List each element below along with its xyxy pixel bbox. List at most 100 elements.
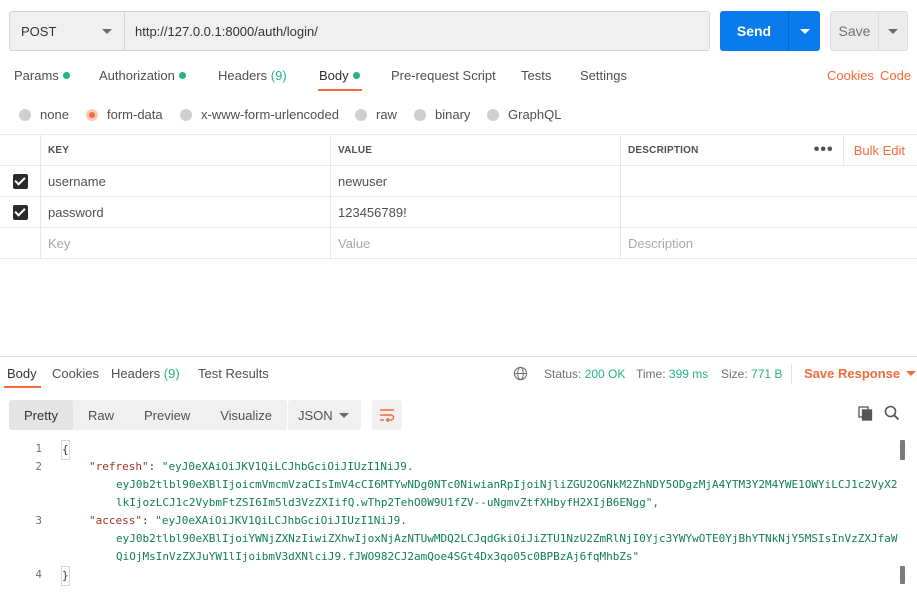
table-row: username newuser bbox=[0, 166, 917, 197]
search-icon[interactable] bbox=[884, 405, 900, 421]
response-divider bbox=[0, 356, 917, 357]
radio-urlencoded[interactable]: x-www-form-urlencoded bbox=[180, 107, 339, 122]
save-button[interactable]: Save bbox=[830, 11, 908, 51]
row-check-cell bbox=[0, 197, 40, 227]
radio-urlencoded-label: x-www-form-urlencoded bbox=[201, 107, 339, 122]
copy-icon[interactable] bbox=[858, 406, 873, 421]
code-link[interactable]: Code bbox=[880, 68, 911, 83]
header-value: VALUE bbox=[330, 135, 620, 165]
size-label: Size: bbox=[721, 367, 748, 381]
tab-params-label: Params bbox=[14, 68, 59, 83]
new-key-input[interactable]: Key bbox=[40, 228, 330, 258]
size-value: 771 B bbox=[751, 367, 783, 381]
tab-test-results[interactable]: Test Results bbox=[198, 366, 269, 381]
description-cell[interactable] bbox=[620, 166, 917, 196]
status-info: Status: 200 OK bbox=[544, 367, 625, 381]
active-tab-indicator bbox=[318, 89, 362, 91]
view-preview-button[interactable]: Preview bbox=[129, 400, 205, 430]
method-select[interactable]: POST bbox=[10, 12, 125, 50]
row-check-cell bbox=[0, 166, 40, 196]
scrollbar-thumb[interactable] bbox=[900, 566, 905, 584]
separator bbox=[791, 364, 792, 384]
response-headers-count: (9) bbox=[163, 366, 180, 381]
format-label: JSON bbox=[298, 407, 333, 423]
json-value: "eyJ0eXAiOiJKV1QiLCJhbGciOiJIUzI1NiJ9. bbox=[161, 460, 414, 473]
checkbox-checked-icon[interactable] bbox=[12, 204, 28, 220]
json-value: lkIjozLCJ1c2VybmFtZSI6Im5ld3VzZXIifQ.wTh… bbox=[116, 496, 660, 509]
tab-headers[interactable]: Headers (9) bbox=[218, 68, 287, 83]
tab-response-headers[interactable]: Headers (9) bbox=[111, 366, 180, 381]
cookies-link[interactable]: Cookies bbox=[827, 68, 874, 83]
table-row-new: Key Value Description bbox=[0, 228, 917, 259]
code-text: "refresh": "eyJ0eXAiOiJKV1QiLCJhbGciOiJI… bbox=[89, 460, 414, 473]
tab-authorization[interactable]: Authorization bbox=[99, 68, 186, 83]
radio-graphql[interactable]: GraphQL bbox=[487, 107, 561, 122]
send-options-button[interactable] bbox=[789, 11, 820, 51]
tab-prerequest-script[interactable]: Pre-request Script bbox=[391, 68, 496, 83]
tab-settings[interactable]: Settings bbox=[580, 68, 627, 83]
radio-form-data-label: form-data bbox=[107, 107, 163, 122]
response-view-toggle: Pretty Raw Preview Visualize bbox=[9, 400, 288, 430]
save-response-label: Save Response bbox=[804, 366, 901, 381]
checkbox-checked-icon[interactable] bbox=[12, 173, 28, 189]
code-text: { bbox=[61, 440, 70, 460]
bulk-edit-link[interactable]: Bulk Edit bbox=[842, 135, 917, 165]
send-button[interactable]: Send bbox=[720, 11, 820, 51]
value-cell[interactable]: newuser bbox=[330, 166, 620, 196]
table-header: KEY VALUE DESCRIPTION ••• Bulk Edit bbox=[0, 134, 917, 166]
view-pretty-button[interactable]: Pretty bbox=[9, 400, 73, 430]
radio-raw-label: raw bbox=[376, 107, 397, 122]
tab-body-label: Body bbox=[319, 68, 349, 83]
wrap-lines-icon bbox=[380, 409, 395, 422]
radio-none-label: none bbox=[40, 107, 69, 122]
key-cell[interactable]: password bbox=[40, 197, 330, 227]
save-options-button[interactable] bbox=[879, 12, 907, 50]
globe-icon[interactable] bbox=[513, 366, 528, 381]
status-dot-icon bbox=[178, 72, 186, 79]
value-cell[interactable]: 123456789! bbox=[330, 197, 620, 227]
json-key: "access" bbox=[89, 514, 142, 527]
chevron-down-icon bbox=[888, 28, 898, 34]
status-value: 200 OK bbox=[584, 367, 626, 381]
radio-binary[interactable]: binary bbox=[414, 107, 470, 122]
method-label: POST bbox=[21, 23, 57, 39]
tab-params[interactable]: Params bbox=[14, 68, 70, 83]
send-label[interactable]: Send bbox=[720, 11, 789, 51]
code-text-continued: eyJ0b2tlbl90eXBlIjoicmVmcmVzaCIsImV4cCI6… bbox=[116, 476, 897, 494]
scrollbar-thumb[interactable] bbox=[900, 440, 905, 460]
radio-circle-icon bbox=[355, 108, 367, 121]
url-input[interactable] bbox=[125, 12, 709, 50]
radio-none[interactable]: none bbox=[19, 107, 69, 122]
view-raw-button[interactable]: Raw bbox=[73, 400, 129, 430]
radio-form-data[interactable]: form-data bbox=[86, 107, 163, 122]
line-number: 3 bbox=[35, 514, 42, 527]
save-label[interactable]: Save bbox=[831, 12, 879, 50]
more-options-icon[interactable]: ••• bbox=[805, 141, 843, 159]
request-url-bar: POST bbox=[9, 11, 710, 51]
view-visualize-button[interactable]: Visualize bbox=[205, 400, 287, 430]
form-data-table: KEY VALUE DESCRIPTION ••• Bulk Edit user… bbox=[0, 134, 917, 259]
line-number: 1 bbox=[35, 442, 42, 455]
radio-circle-icon bbox=[19, 108, 31, 121]
time-label: Time: bbox=[636, 367, 666, 381]
tab-body[interactable]: Body bbox=[319, 68, 360, 83]
tab-response-headers-label: Headers bbox=[111, 366, 161, 381]
wrap-lines-button[interactable] bbox=[372, 400, 402, 430]
code-text: } bbox=[61, 566, 70, 586]
json-key: "refresh" bbox=[89, 460, 149, 473]
tab-response-cookies[interactable]: Cookies bbox=[52, 366, 99, 381]
radio-raw[interactable]: raw bbox=[355, 107, 397, 122]
format-select[interactable]: JSON bbox=[288, 400, 361, 430]
status-label: Status: bbox=[544, 367, 582, 381]
tab-response-body[interactable]: Body bbox=[7, 366, 37, 381]
tab-tests[interactable]: Tests bbox=[521, 68, 551, 83]
key-cell[interactable]: username bbox=[40, 166, 330, 196]
row-check-cell bbox=[0, 228, 40, 258]
response-body-code: 1 { 2 "refresh": "eyJ0eXAiOiJKV1QiLCJhbG… bbox=[0, 440, 900, 586]
code-text-continued: QiOjMsInVzZXJuYW1lIjoibmV3dXNlciJ9.fJWO9… bbox=[116, 548, 639, 566]
description-cell[interactable] bbox=[620, 197, 917, 227]
new-value-input[interactable]: Value bbox=[330, 228, 620, 258]
new-description-input[interactable]: Description bbox=[620, 228, 917, 258]
chevron-down-icon bbox=[906, 371, 917, 376]
save-response-button[interactable]: Save Response bbox=[804, 366, 917, 381]
